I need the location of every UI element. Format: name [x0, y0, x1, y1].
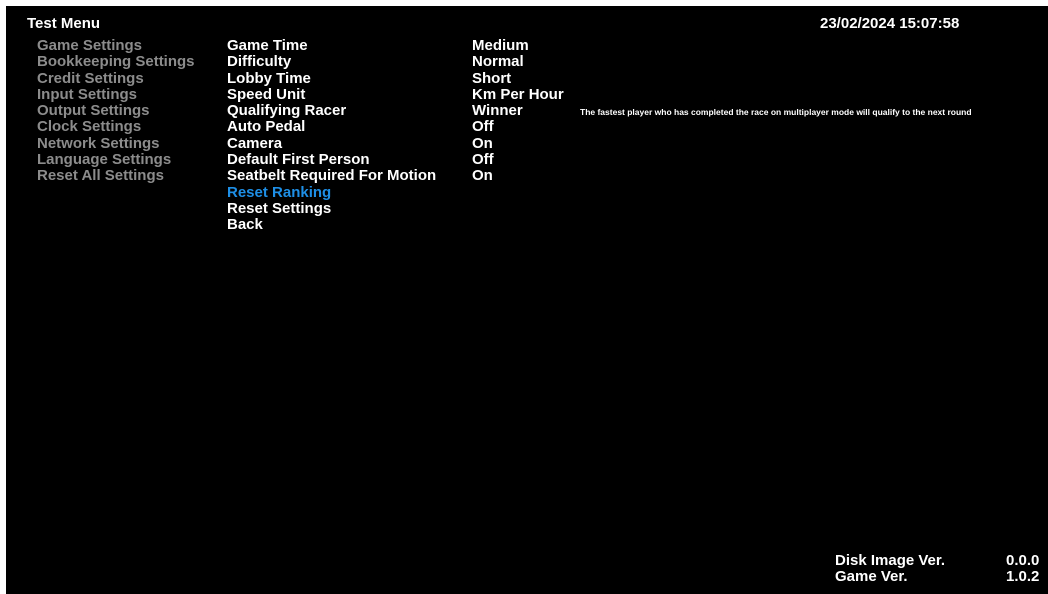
category-game-settings[interactable]: Game Settings — [37, 37, 195, 54]
category-list: Game Settings Bookkeeping Settings Credi… — [37, 37, 195, 185]
option-back[interactable]: Back — [227, 216, 436, 233]
option-qualifying-racer[interactable]: Qualifying Racer — [227, 102, 436, 119]
category-bookkeeping-settings[interactable]: Bookkeeping Settings — [37, 53, 195, 70]
option-reset-settings[interactable]: Reset Settings — [227, 200, 436, 217]
value-default-first-person: Off — [472, 151, 494, 169]
option-game-time[interactable]: Game Time — [227, 37, 436, 54]
option-lobby-time[interactable]: Lobby Time — [227, 70, 436, 87]
value-seatbelt-required: On — [472, 167, 493, 185]
value-lobby-time: Short — [472, 69, 512, 87]
category-language-settings[interactable]: Language Settings — [37, 151, 195, 168]
version-values: 0.0.0 1.0.2 — [1006, 553, 1039, 585]
game-version-label: Game Ver. — [835, 568, 908, 585]
option-auto-pedal[interactable]: Auto Pedal — [227, 119, 436, 136]
option-list: Game Time Difficulty Lobby Time Speed Un… — [227, 37, 436, 234]
value-qualifying-racer: Winner — [472, 102, 523, 120]
value-game-time: Medium — [472, 37, 529, 54]
option-default-first-person[interactable]: Default First Person — [227, 151, 436, 168]
option-camera[interactable]: Camera — [227, 135, 436, 152]
version-labels: Disk Image Ver. Game Ver. — [835, 553, 945, 585]
test-menu-screen: Test Menu 23/02/2024 15:07:58 Game Setti… — [6, 6, 1048, 594]
value-difficulty: Normal — [472, 53, 524, 71]
category-reset-all-settings[interactable]: Reset All Settings — [37, 168, 195, 185]
value-auto-pedal: Off — [472, 118, 494, 136]
category-network-settings[interactable]: Network Settings — [37, 135, 195, 152]
option-description: The fastest player who has completed the… — [580, 107, 972, 117]
category-clock-settings[interactable]: Clock Settings — [37, 119, 195, 136]
option-difficulty[interactable]: Difficulty — [227, 53, 436, 70]
disk-image-version-label: Disk Image Ver. — [835, 552, 946, 569]
disk-image-version-value: 0.0.0 — [1006, 552, 1040, 569]
category-credit-settings[interactable]: Credit Settings — [37, 70, 195, 87]
datetime-display: 23/02/2024 15:07:58 — [820, 15, 960, 32]
category-output-settings[interactable]: Output Settings — [37, 102, 195, 119]
game-version-value: 1.0.2 — [1006, 568, 1040, 585]
value-camera: On — [472, 134, 493, 152]
option-seatbelt-required[interactable]: Seatbelt Required For Motion — [227, 168, 436, 185]
option-speed-unit[interactable]: Speed Unit — [227, 86, 436, 103]
option-reset-ranking[interactable]: Reset Ranking — [227, 184, 436, 201]
value-list: Medium Normal Short Km Per Hour Winner O… — [472, 37, 564, 185]
category-input-settings[interactable]: Input Settings — [37, 86, 195, 103]
value-speed-unit: Km Per Hour — [472, 85, 564, 103]
menu-title: Test Menu — [27, 15, 101, 32]
